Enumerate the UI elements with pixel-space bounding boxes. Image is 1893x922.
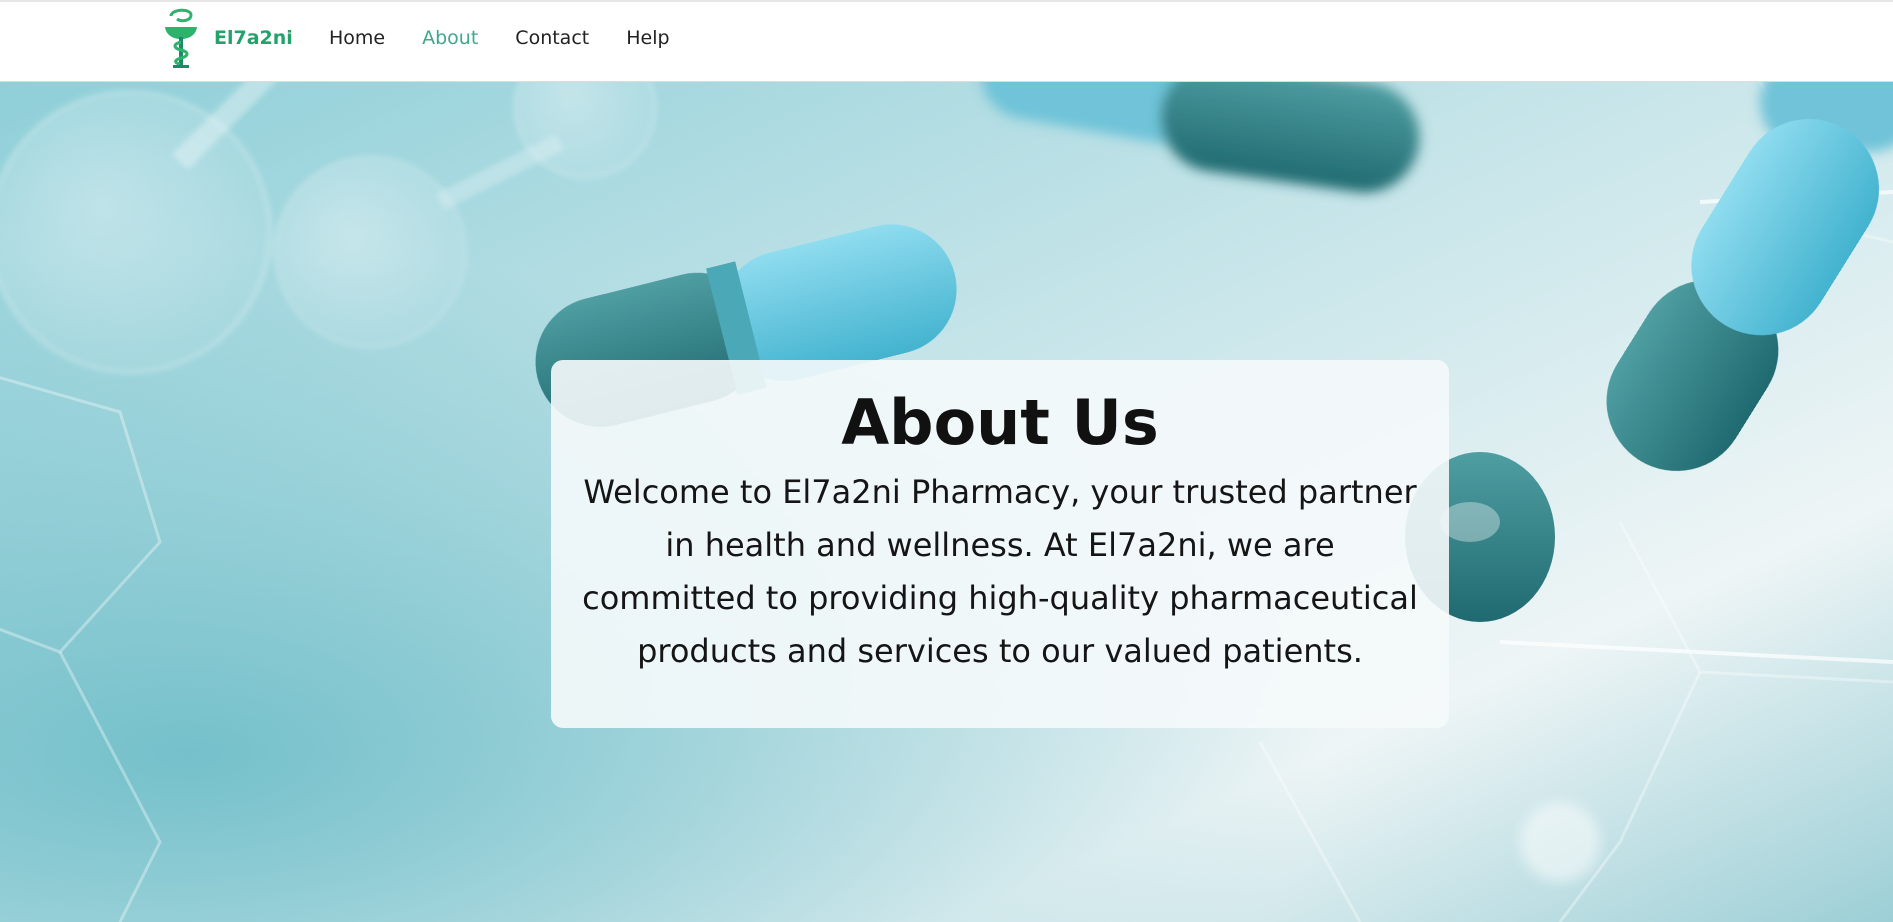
about-title: About Us [841,386,1159,459]
nav-help-link[interactable]: Help [626,27,669,49]
brand-link[interactable]: El7a2ni [162,6,293,70]
hero-section: About Us Welcome to El7a2ni Pharmacy, yo… [0,82,1893,922]
nav-menu: Home About Contact Help [329,2,707,74]
nav-about-link[interactable]: About [422,27,478,49]
nav-contact-link[interactable]: Contact [515,27,589,49]
nav-home-link[interactable]: Home [329,27,385,49]
navbar: El7a2ni Home About Contact Help [0,0,1893,82]
about-description: Welcome to El7a2ni Pharmacy, your truste… [582,473,1418,670]
brand-name: El7a2ni [214,27,293,49]
about-card: About Us Welcome to El7a2ni Pharmacy, yo… [551,360,1449,728]
bowl-of-hygieia-icon [165,8,197,68]
